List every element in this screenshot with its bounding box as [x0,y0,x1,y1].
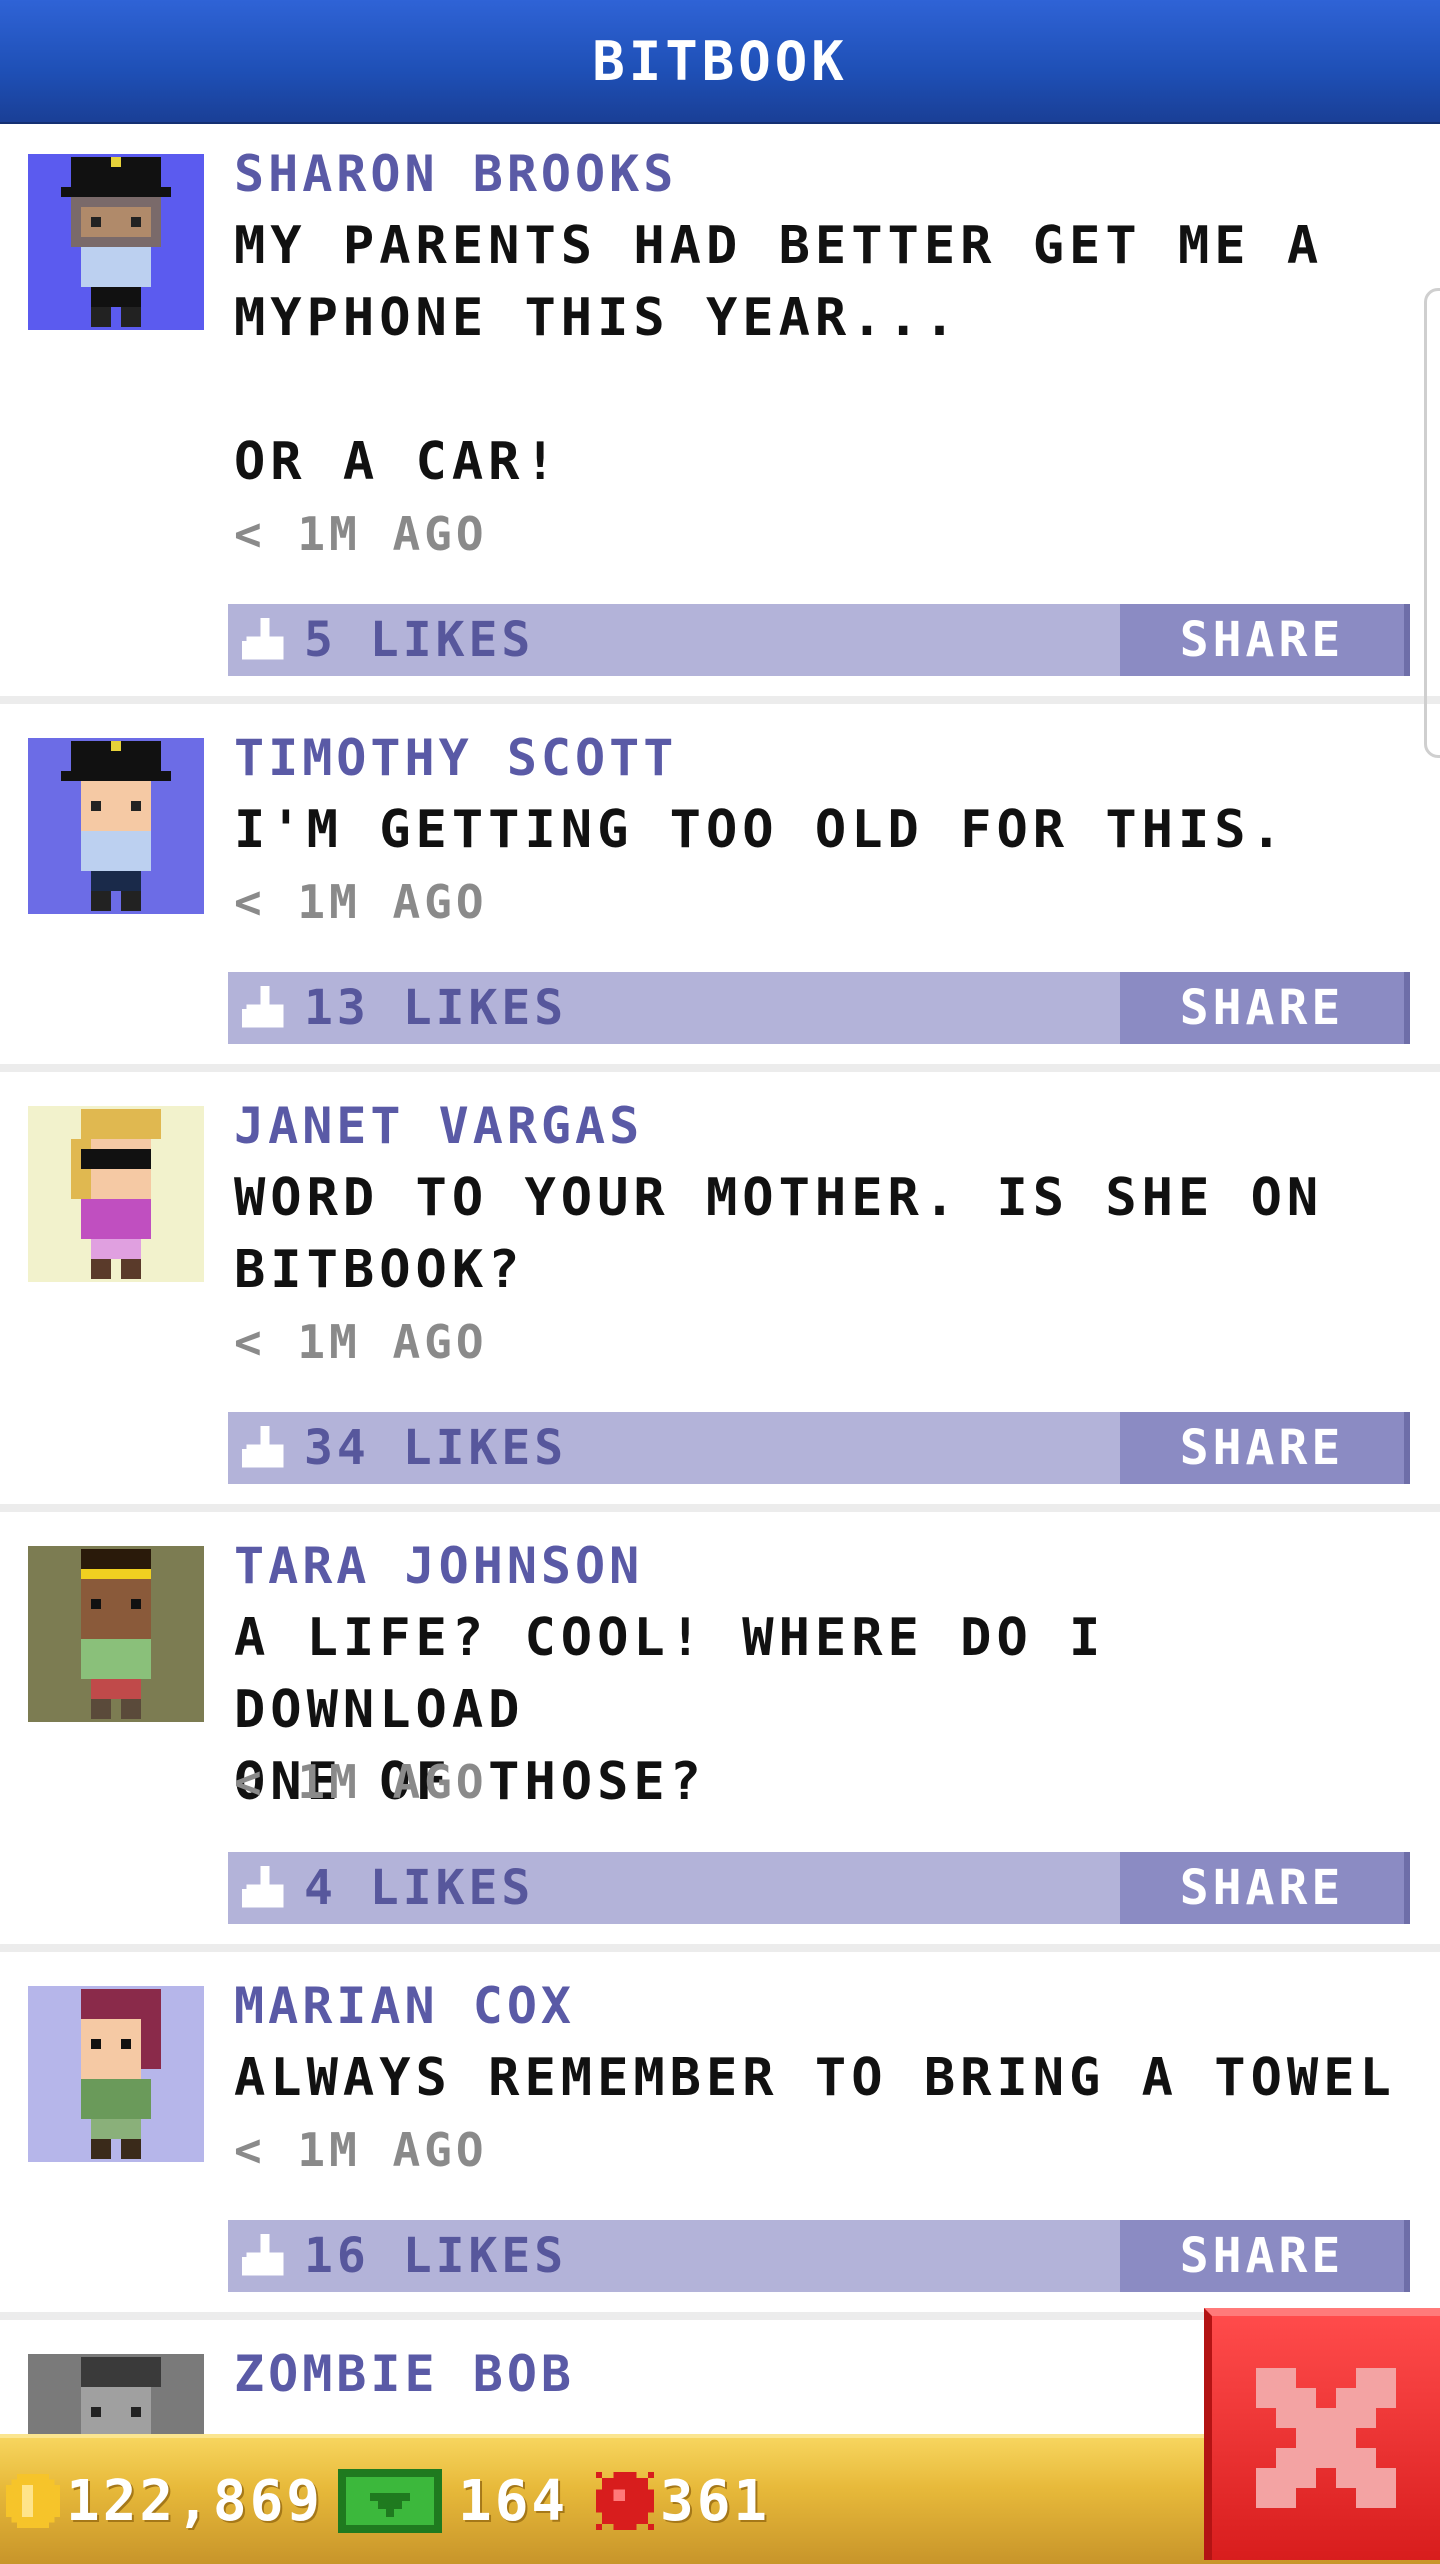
post-time: < 1M AGO [234,1315,488,1369]
share-button[interactable]: SHARE [1120,604,1410,676]
post-action-bar: 34 LIKES SHARE [228,1412,1410,1484]
scroll-indicator[interactable] [1424,288,1440,758]
bux-value: 164 [458,2468,569,2534]
post-card: TIMOTHY SCOTT I'M GETTING TOO OLD FOR TH… [0,708,1440,1076]
post-divider [0,1504,1440,1512]
post-card: SHARON BROOKS MY PARENTS HAD BETTER GET … [0,124,1440,708]
post-action-bar: 13 LIKES SHARE [228,972,1410,1044]
avatar [28,738,204,914]
post-message: WORD TO YOUR MOTHER. IS SHE ON BITBOOK? [234,1168,1324,1300]
zombie-avatar-icon [81,2357,161,2434]
page-title: BITBOOK [592,29,848,93]
post-divider [0,1944,1440,1952]
coins-stat: 122,869 [6,2438,323,2564]
post-author[interactable]: SHARON BROOKS [234,144,677,204]
post-time: < 1M AGO [234,2123,488,2177]
share-button[interactable]: SHARE [1120,1852,1410,1924]
sunglasses-woman-avatar-icon [71,1109,161,1279]
headband-woman-avatar-icon [81,1549,151,1719]
share-button[interactable]: SHARE [1120,1412,1410,1484]
like-count-button[interactable]: 34 LIKES [304,1412,567,1484]
post-time: < 1M AGO [234,507,488,561]
post-author[interactable]: TARA JOHNSON [234,1536,643,1596]
avatar [28,2354,204,2434]
post-author[interactable]: ZOMBIE BOB [234,2344,575,2404]
post-time: < 1M AGO [234,875,488,929]
close-button[interactable] [1204,2308,1440,2560]
bux-stat: 164 [338,2438,568,2564]
post-time: < 1M AGO [234,1755,488,1809]
thumbs-up-icon [242,1426,284,1468]
bitbook-feed[interactable]: SHARON BROOKS MY PARENTS HAD BETTER GET … [0,124,1440,2434]
red-hair-woman-avatar-icon [81,1989,161,2159]
avatar [28,154,204,330]
avatar [28,1106,204,1282]
post-action-bar: 5 LIKES SHARE [228,604,1410,676]
police-officer-avatar-icon [61,741,171,911]
share-button[interactable]: SHARE [1120,2220,1410,2292]
post-action-bar: 4 LIKES SHARE [228,1852,1410,1924]
like-count-button[interactable]: 4 LIKES [304,1852,534,1924]
thumbs-up-icon [242,986,284,1028]
like-count-button[interactable]: 16 LIKES [304,2220,567,2292]
gem-icon [596,2472,654,2530]
police-officer-avatar-icon [61,157,171,327]
coins-value: 122,869 [66,2468,324,2534]
post-author[interactable]: JANET VARGAS [234,1096,643,1156]
post-author[interactable]: TIMOTHY SCOTT [234,728,677,788]
thumbs-up-icon [242,618,284,660]
post-message: I'M GETTING TOO OLD FOR THIS. [234,800,1287,860]
post-action-bar: 16 LIKES SHARE [228,2220,1410,2292]
post-divider [0,696,1440,704]
share-button[interactable]: SHARE [1120,972,1410,1044]
post-card: MARIAN COX ALWAYS REMEMBER TO BRING A TO… [0,1956,1440,2324]
thumbs-up-icon [242,1866,284,1908]
thumbs-up-icon [242,2234,284,2276]
post-author[interactable]: MARIAN COX [234,1976,575,2036]
like-count-button[interactable]: 5 LIKES [304,604,534,676]
post-card: TARA JOHNSON A LIFE? COOL! WHERE DO I DO… [0,1516,1440,1956]
bux-icon [338,2469,442,2533]
post-card: JANET VARGAS WORD TO YOUR MOTHER. IS SHE… [0,1076,1440,1516]
coin-icon [6,2474,60,2528]
close-icon [1256,2368,1396,2508]
post-message: MY PARENTS HAD BETTER GET ME A MYPHONE T… [234,216,1324,492]
app-header: BITBOOK [0,0,1440,124]
post-divider [0,1064,1440,1072]
post-message: ALWAYS REMEMBER TO BRING A TOWEL [234,2048,1396,2108]
avatar [28,1986,204,2162]
gems-value: 361 [660,2468,771,2534]
gems-stat: 361 [596,2438,770,2564]
avatar [28,1546,204,1722]
like-count-button[interactable]: 13 LIKES [304,972,567,1044]
